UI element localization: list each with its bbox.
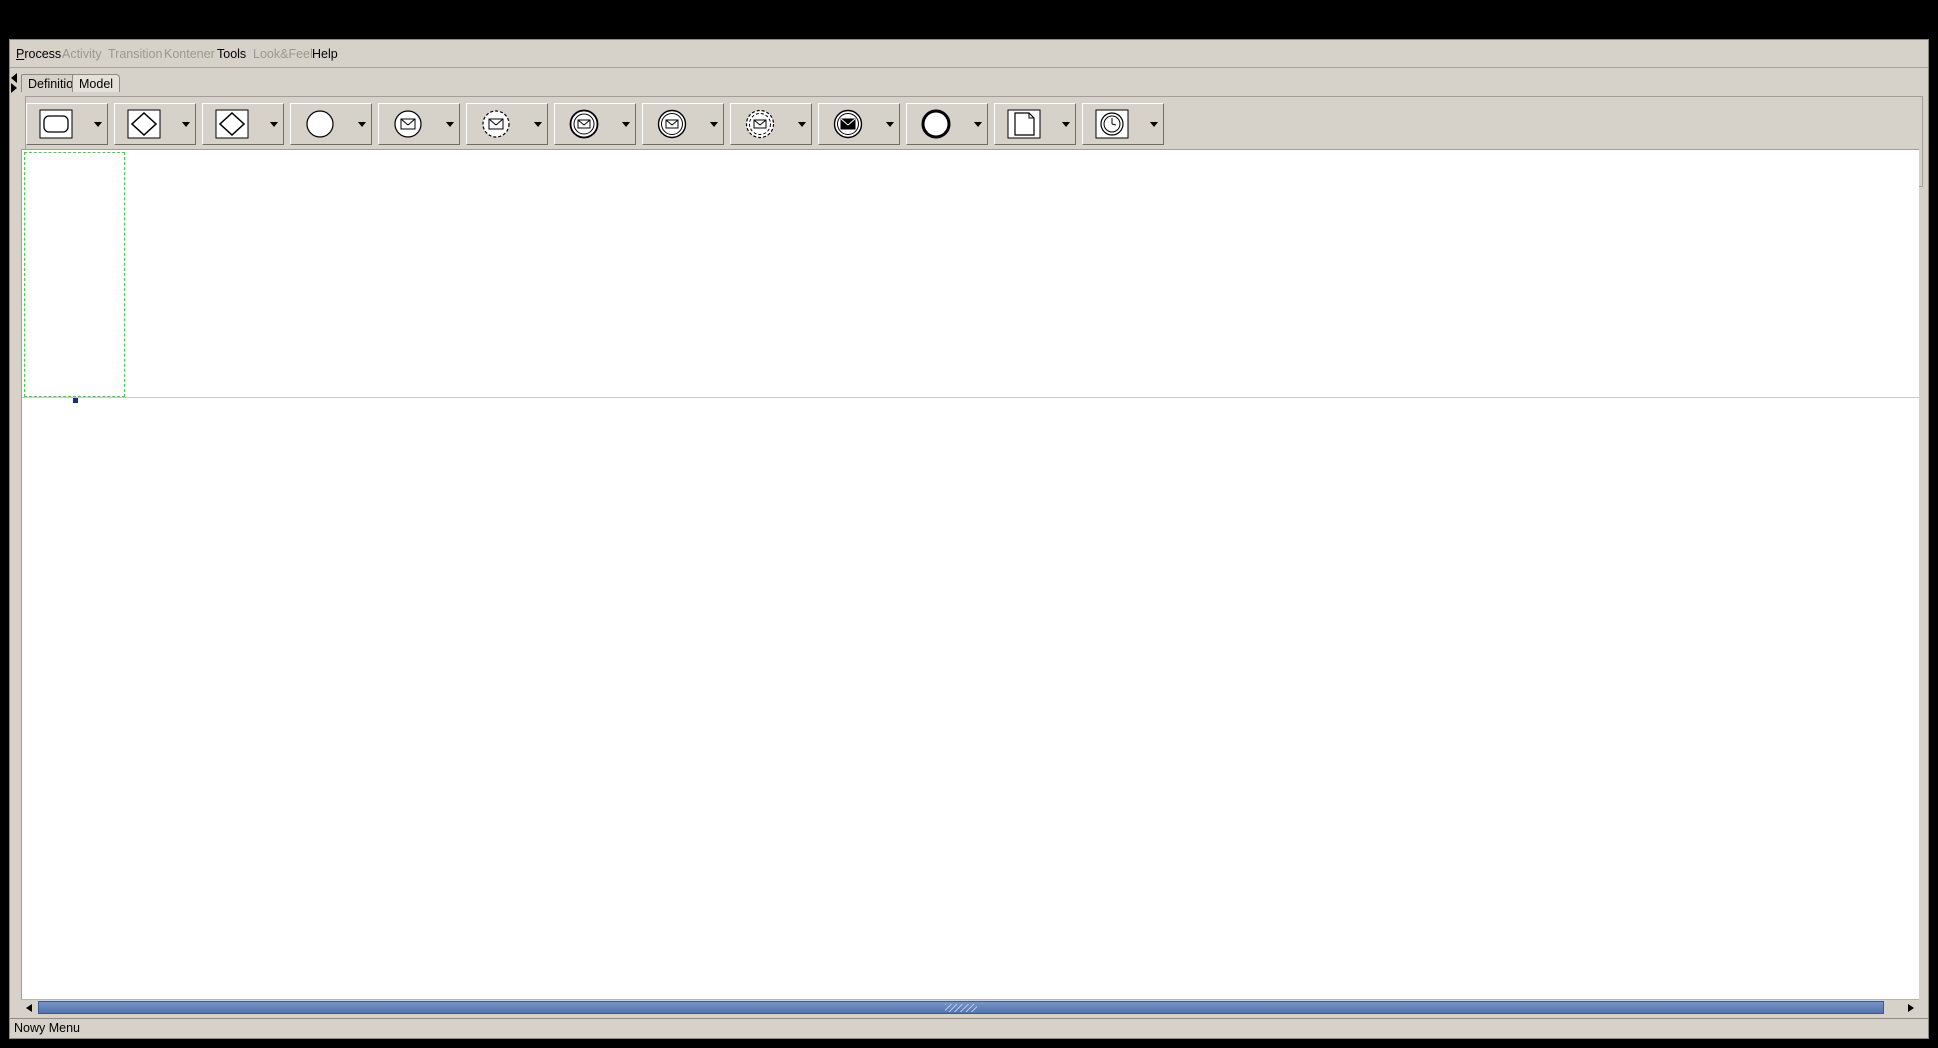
dropdown-arrow-icon[interactable] (795, 118, 809, 130)
tool-group-gateway (114, 103, 196, 145)
tool-group-message-intermediate-alt (642, 103, 724, 145)
resize-handle[interactable] (73, 398, 78, 403)
dropdown-arrow-icon[interactable] (355, 118, 369, 130)
model-canvas[interactable] (21, 149, 1919, 1007)
scroll-right-arrow-icon[interactable] (1903, 1000, 1919, 1015)
menu-kontener: Kontener (164, 47, 215, 61)
message-dashed-event-icon[interactable] (479, 109, 513, 139)
rounded-rectangle-activity-icon[interactable] (39, 109, 73, 139)
swimlane-header-selected[interactable] (24, 152, 125, 397)
dropdown-arrow-icon[interactable] (531, 118, 545, 130)
scrollbar-thumb[interactable] (38, 1001, 1884, 1014)
menu-bar: Process Activity Transition Kontener Too… (10, 40, 1928, 68)
tool-group-message-intermediate (554, 103, 636, 145)
message-start-event-icon[interactable] (391, 109, 425, 139)
gateway-diamond-icon[interactable] (127, 109, 161, 139)
menu-help[interactable]: Help (312, 47, 338, 61)
menu-transition: Transition (108, 47, 163, 61)
tool-group-timer (1082, 103, 1164, 145)
bold-circle-end-event-icon[interactable] (919, 109, 953, 139)
panel-toggle-arrows-icon[interactable] (10, 71, 20, 93)
menu-activity: Activity (62, 47, 102, 61)
scroll-left-arrow-icon[interactable] (21, 1000, 37, 1015)
document-artifact-icon[interactable] (1007, 109, 1041, 139)
horizontal-scrollbar[interactable] (21, 999, 1919, 1015)
application-window: Process Activity Transition Kontener Too… (9, 39, 1929, 1039)
tab-strip: Definition Model (10, 71, 1928, 93)
timer-event-icon[interactable] (1095, 109, 1129, 139)
tool-group-start-event (290, 103, 372, 145)
message-intermediate-alt-icon[interactable] (655, 109, 689, 139)
tool-group-message-dashed (466, 103, 548, 145)
tool-group-activity (26, 103, 108, 145)
message-dashed-double-event-icon[interactable] (743, 109, 777, 139)
tool-group-message-start (378, 103, 460, 145)
dropdown-arrow-icon[interactable] (1059, 118, 1073, 130)
tool-group-message-filled (818, 103, 900, 145)
tool-group-end-event (906, 103, 988, 145)
menu-look-and-feel: Look&Feel (253, 47, 313, 61)
tool-group-document (994, 103, 1076, 145)
circle-start-event-icon[interactable] (303, 109, 337, 139)
dropdown-arrow-icon[interactable] (883, 118, 897, 130)
dropdown-arrow-icon[interactable] (267, 118, 281, 130)
status-bar: Nowy Menu (10, 1018, 1928, 1038)
dropdown-arrow-icon[interactable] (1147, 118, 1161, 130)
status-text: Nowy Menu (14, 1021, 80, 1035)
scrollbar-grip (945, 1004, 977, 1012)
dropdown-arrow-icon[interactable] (707, 118, 721, 130)
dropdown-arrow-icon[interactable] (619, 118, 633, 130)
menu-tools[interactable]: Tools (217, 47, 246, 61)
message-filled-event-icon[interactable] (831, 109, 865, 139)
menu-process[interactable]: Process (16, 47, 61, 61)
dropdown-arrow-icon[interactable] (179, 118, 193, 130)
dropdown-arrow-icon[interactable] (971, 118, 985, 130)
gateway-diamond-alt-icon[interactable] (215, 109, 249, 139)
message-intermediate-event-icon[interactable] (567, 109, 601, 139)
tool-group-message-dashed-double (730, 103, 812, 145)
tab-model[interactable]: Model (72, 74, 121, 92)
dropdown-arrow-icon[interactable] (91, 118, 105, 130)
dropdown-arrow-icon[interactable] (443, 118, 457, 130)
swimlane[interactable] (22, 150, 1919, 398)
tool-group-gateway-alt (202, 103, 284, 145)
